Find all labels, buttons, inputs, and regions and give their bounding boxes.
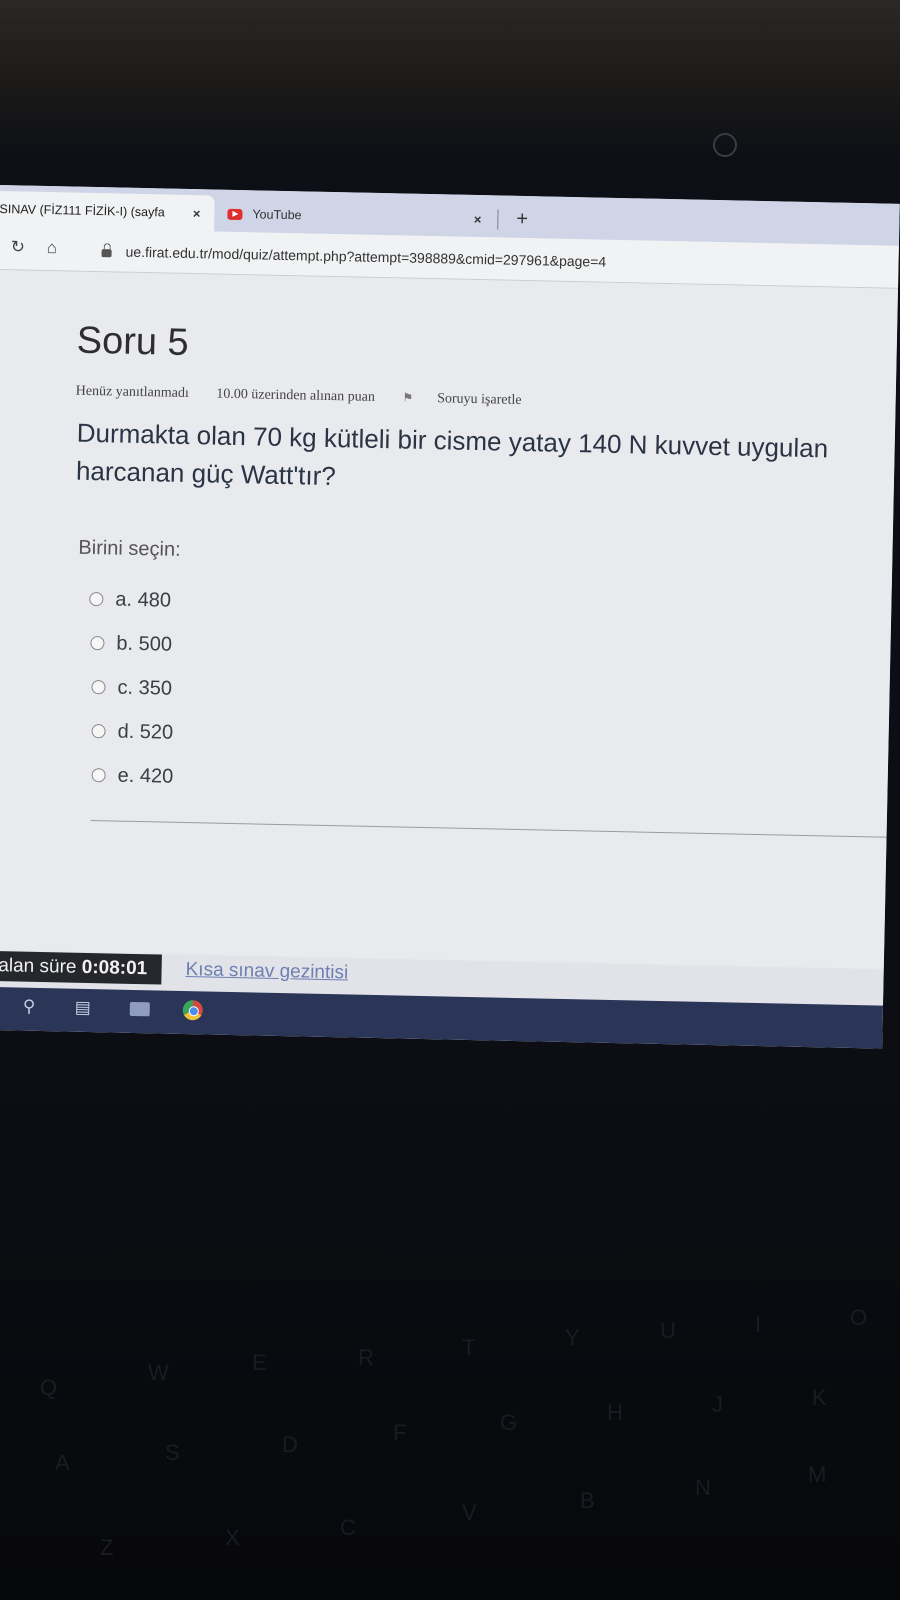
quiz-navigation-link[interactable]: Kısa sınav gezintisi xyxy=(185,959,348,984)
answer-option-label: d. 520 xyxy=(117,720,174,744)
lock-icon xyxy=(101,249,112,258)
section-divider xyxy=(90,820,891,838)
keyboard-key: J xyxy=(712,1392,723,1417)
keyboard-key: T xyxy=(462,1335,476,1360)
quiz-page: Soru 5 Henüz yanıtlanmadı 10.00 üzerinde… xyxy=(0,269,900,969)
tab-youtube[interactable]: YouTube × xyxy=(227,196,498,238)
answer-option-label: a. 480 xyxy=(115,588,172,612)
keyboard-key: F xyxy=(393,1420,407,1445)
keyboard-key: E xyxy=(252,1350,267,1375)
timer-value: 0:08:01 xyxy=(81,956,148,980)
keyboard-key: U xyxy=(660,1318,676,1343)
webcam-indicator xyxy=(713,133,737,157)
question-text: Durmakta olan 70 kg kütleli bir cisme ya… xyxy=(76,414,900,507)
timer-label: Kalan süre xyxy=(0,954,77,978)
radio-button[interactable] xyxy=(89,591,104,607)
keyboard-key: N xyxy=(695,1475,711,1500)
tab-separator xyxy=(497,209,499,230)
keyboard-key: D xyxy=(282,1432,298,1457)
keyboard-key: O xyxy=(850,1305,868,1330)
radio-button[interactable] xyxy=(91,724,106,739)
answer-options: a. 480 b. 500 c. 350 d. 520 e. 420 xyxy=(85,577,177,799)
flag-question-label: Soruyu işaretle xyxy=(436,391,522,408)
keyboard-key: R xyxy=(358,1345,374,1370)
answer-option-label: c. 350 xyxy=(117,676,173,700)
answer-option-a[interactable]: a. 480 xyxy=(89,577,178,623)
answer-prompt: Birini seçin: xyxy=(78,536,181,561)
reload-icon[interactable]: ↻ xyxy=(10,237,26,257)
new-tab-button[interactable]: + xyxy=(516,208,528,231)
task-view-icon[interactable]: ▤ xyxy=(75,998,91,1018)
keyboard-key: C xyxy=(340,1515,356,1540)
keyboard-key: G xyxy=(500,1410,518,1435)
keyboard-key: X xyxy=(225,1525,240,1550)
keyboard-key: A xyxy=(55,1450,70,1475)
radio-button[interactable] xyxy=(90,635,105,651)
tab-quiz[interactable]: SINAV (FİZ111 FİZİK-I) (sayfa × xyxy=(0,190,215,232)
keyboard-key: Z xyxy=(100,1535,114,1560)
answer-option-c[interactable]: c. 350 xyxy=(91,665,176,711)
keyboard-key: M xyxy=(808,1462,827,1487)
question-title: Soru 5 xyxy=(76,319,190,364)
question-points: 10.00 üzerinden alınan puan xyxy=(216,386,376,405)
keyboard-key: Y xyxy=(565,1325,580,1350)
search-icon[interactable]: ⚲ xyxy=(23,997,36,1017)
question-info: Henüz yanıtlanmadı 10.00 üzerinden alına… xyxy=(76,384,570,410)
answer-option-b[interactable]: b. 500 xyxy=(90,621,177,667)
flag-question-link[interactable]: ⚑ Soruyu işaretle xyxy=(402,390,545,408)
tab-youtube-title: YouTube xyxy=(252,207,302,223)
keyboard-key: I xyxy=(755,1312,762,1337)
chrome-icon[interactable] xyxy=(182,1000,203,1021)
tab-youtube-close-icon[interactable]: × xyxy=(474,211,482,226)
answer-option-label: b. 500 xyxy=(116,632,173,656)
laptop-screen: SINAV (FİZ111 FİZİK-I) (sayfa × YouTube … xyxy=(0,185,900,1049)
keyboard-key: H xyxy=(607,1400,623,1425)
radio-button[interactable] xyxy=(91,680,106,695)
keyboard-key: S xyxy=(165,1440,180,1465)
youtube-icon xyxy=(227,208,243,220)
home-icon[interactable]: ⌂ xyxy=(46,238,58,258)
answer-option-label: e. 420 xyxy=(117,764,174,788)
answer-option-d[interactable]: d. 520 xyxy=(91,709,175,755)
flag-icon: ⚑ xyxy=(402,390,414,405)
keyboard-key: B xyxy=(580,1488,595,1513)
tab-quiz-title: SINAV (FİZ111 FİZİK-I) (sayfa xyxy=(0,201,165,220)
radio-button[interactable] xyxy=(91,768,106,783)
url-text: ue.firat.edu.tr/mod/quiz/attempt.php?att… xyxy=(125,243,607,270)
file-explorer-icon[interactable] xyxy=(129,1001,150,1017)
keyboard-key: W xyxy=(148,1360,169,1385)
keyboard-key: V xyxy=(462,1500,477,1525)
question-status: Henüz yanıtlanmadı xyxy=(75,383,189,401)
tab-quiz-close-icon[interactable]: × xyxy=(193,206,201,221)
answer-option-e[interactable]: e. 420 xyxy=(91,753,174,799)
keyboard-key: K xyxy=(812,1385,827,1410)
remaining-time: Kalan süre 0:08:01 xyxy=(0,950,162,985)
keyboard-key: Q xyxy=(40,1375,58,1400)
